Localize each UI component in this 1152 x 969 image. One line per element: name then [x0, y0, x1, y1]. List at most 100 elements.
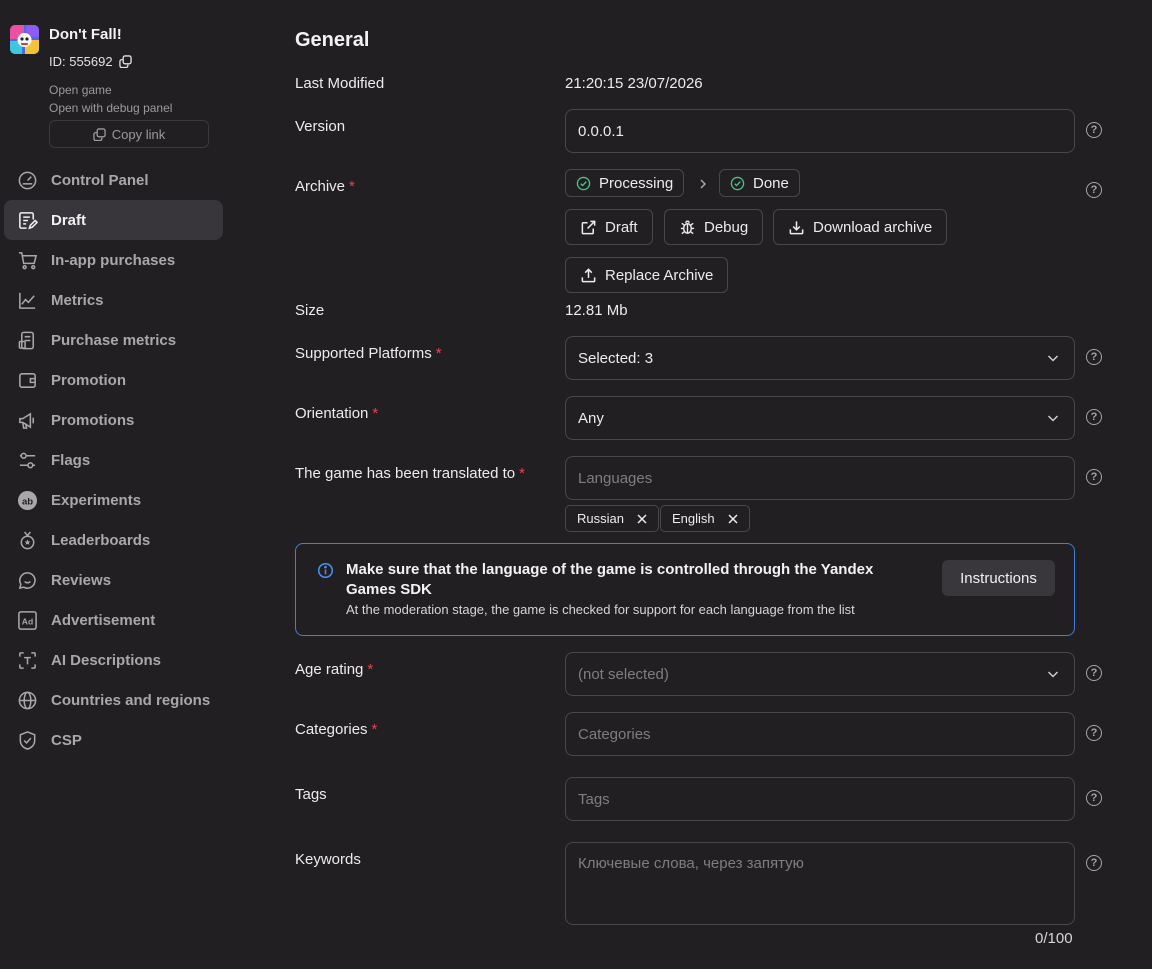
sidebar-item-label: Promotions [51, 411, 135, 429]
language-tag-label: Russian [577, 511, 624, 526]
categories-label: Categories * [295, 721, 377, 738]
sidebar-item-advertisement[interactable]: Ad Advertisement [4, 600, 223, 640]
chevron-down-icon [1047, 415, 1059, 422]
sidebar-item-label: In-app purchases [51, 251, 176, 269]
sidebar-item-label: Countries and regions [51, 691, 211, 709]
line-chart-icon [16, 289, 38, 311]
sidebar-item-in-app-purchases[interactable]: In-app purchases [4, 240, 223, 280]
version-help-icon[interactable]: ? [1086, 122, 1102, 138]
sidebar-nav: Control Panel Draft In-app purchases Met… [4, 160, 223, 760]
info-icon [317, 562, 334, 579]
tags-input[interactable]: Tags [565, 777, 1075, 821]
sidebar-item-label: Flags [51, 451, 91, 469]
keywords-counter: 0/100 [1035, 930, 1073, 947]
categories-input[interactable]: Categories [565, 712, 1075, 756]
version-input[interactable]: 0.0.0.1 [565, 109, 1075, 153]
copy-link-button[interactable]: Copy link [49, 120, 209, 148]
status-processing-label: Processing [599, 174, 674, 192]
chevron-down-icon [1047, 671, 1059, 678]
sidebar-item-label: Purchase metrics [51, 331, 177, 349]
languages-input[interactable]: Languages [565, 456, 1075, 500]
close-icon[interactable] [636, 513, 648, 525]
language-tag-english: English [660, 505, 750, 532]
check-circle-icon [730, 176, 745, 190]
purchase-metrics-icon [16, 329, 38, 351]
language-tag-label: English [672, 511, 715, 526]
sidebar-item-experiments[interactable]: ab Experiments [4, 480, 223, 520]
required-mark: * [519, 465, 525, 482]
size-label: Size [295, 302, 325, 319]
open-debug-link[interactable]: Open with debug panel [49, 101, 172, 115]
orientation-select[interactable]: Any [565, 396, 1075, 440]
orientation-help-icon[interactable]: ? [1086, 409, 1102, 425]
status-done-label: Done [753, 174, 789, 192]
age-rating-select[interactable]: (not selected) [565, 652, 1075, 696]
language-sdk-notice: Make sure that the language of the game … [295, 543, 1075, 636]
platforms-help-icon[interactable]: ? [1086, 349, 1102, 365]
sidebar-item-csp[interactable]: CSP [4, 720, 223, 760]
upload-icon [581, 267, 596, 282]
platforms-select[interactable]: Selected: 3 [565, 336, 1075, 380]
gauge-icon [16, 169, 38, 191]
instructions-button[interactable]: Instructions [942, 560, 1055, 596]
platforms-label-text: Supported Platforms [295, 345, 432, 362]
platforms-value: Selected: 3 [578, 349, 654, 367]
notice-text: At the moderation stage, the game is che… [346, 602, 855, 617]
size-value: 12.81 Mb [565, 302, 628, 319]
close-icon[interactable] [727, 513, 739, 525]
age-rating-label-text: Age rating [295, 661, 364, 678]
keywords-textarea[interactable] [565, 842, 1075, 925]
sidebar-item-purchase-metrics[interactable]: Purchase metrics [4, 320, 223, 360]
sidebar-item-flags[interactable]: Flags [4, 440, 223, 480]
sidebar-item-label: Metrics [51, 291, 104, 309]
sidebar-item-label: Draft [51, 211, 87, 229]
external-link-icon [581, 220, 596, 234]
version-value: 0.0.0.1 [578, 122, 624, 140]
sidebar-item-leaderboards[interactable]: Leaderboards [4, 520, 223, 560]
sidebar-item-label: Leaderboards [51, 531, 151, 549]
cart-icon [16, 249, 38, 271]
archive-label-text: Archive [295, 178, 346, 195]
sidebar-item-label: Advertisement [51, 611, 156, 629]
sidebar-item-reviews[interactable]: Reviews [4, 560, 223, 600]
bug-icon [680, 220, 695, 234]
required-mark: * [371, 721, 378, 738]
draft-button[interactable]: Draft [565, 209, 653, 245]
open-game-link[interactable]: Open game [49, 83, 112, 97]
game-logo-icon [10, 25, 39, 54]
debug-button[interactable]: Debug [664, 209, 764, 245]
game-title: Don't Fall! [49, 26, 122, 43]
sidebar-item-metrics[interactable]: Metrics [4, 280, 223, 320]
archive-help-icon[interactable]: ? [1086, 182, 1102, 198]
tags-help-icon[interactable]: ? [1086, 790, 1102, 806]
notice-title: Make sure that the language of the game … [346, 561, 874, 598]
sidebar-item-promotion[interactable]: Promotion [4, 360, 223, 400]
copy-id-icon[interactable] [118, 55, 132, 68]
download-archive-button[interactable]: Download archive [773, 209, 948, 245]
age-rating-help-icon[interactable]: ? [1086, 665, 1102, 681]
sidebar-item-countries-and-regions[interactable]: Countries and regions [4, 680, 223, 720]
replace-archive-button[interactable]: Replace Archive [565, 257, 729, 293]
shield-check-icon [16, 729, 38, 751]
sidebar-item-draft[interactable]: Draft [4, 200, 223, 240]
sidebar: Don't Fall! ID: 555692 Open game Open wi… [0, 0, 232, 969]
sidebar-item-promotions[interactable]: Promotions [4, 400, 223, 440]
sidebar-item-label: Promotion [51, 371, 126, 389]
tags-placeholder: Tags [578, 790, 610, 808]
archive-label: Archive * [295, 178, 355, 195]
age-rating-value: (not selected) [578, 665, 669, 683]
keywords-help-icon[interactable]: ? [1086, 855, 1102, 871]
categories-help-icon[interactable]: ? [1086, 725, 1102, 741]
version-label: Version [295, 118, 346, 135]
section-heading: General [295, 29, 370, 51]
required-mark: * [349, 178, 355, 195]
copy-link-label: Copy link [111, 126, 166, 142]
sidebar-item-control-panel[interactable]: Control Panel [4, 160, 223, 200]
sidebar-item-label: Experiments [51, 491, 142, 509]
game-id: ID: 555692 [49, 54, 132, 69]
last-modified-value: 21:20:15 23/07/2026 [565, 75, 703, 92]
sidebar-item-ai-descriptions[interactable]: AI Descriptions [4, 640, 223, 680]
last-modified-label: Last Modified [295, 75, 385, 92]
translated-help-icon[interactable]: ? [1086, 469, 1102, 485]
megaphone-icon [16, 409, 38, 431]
